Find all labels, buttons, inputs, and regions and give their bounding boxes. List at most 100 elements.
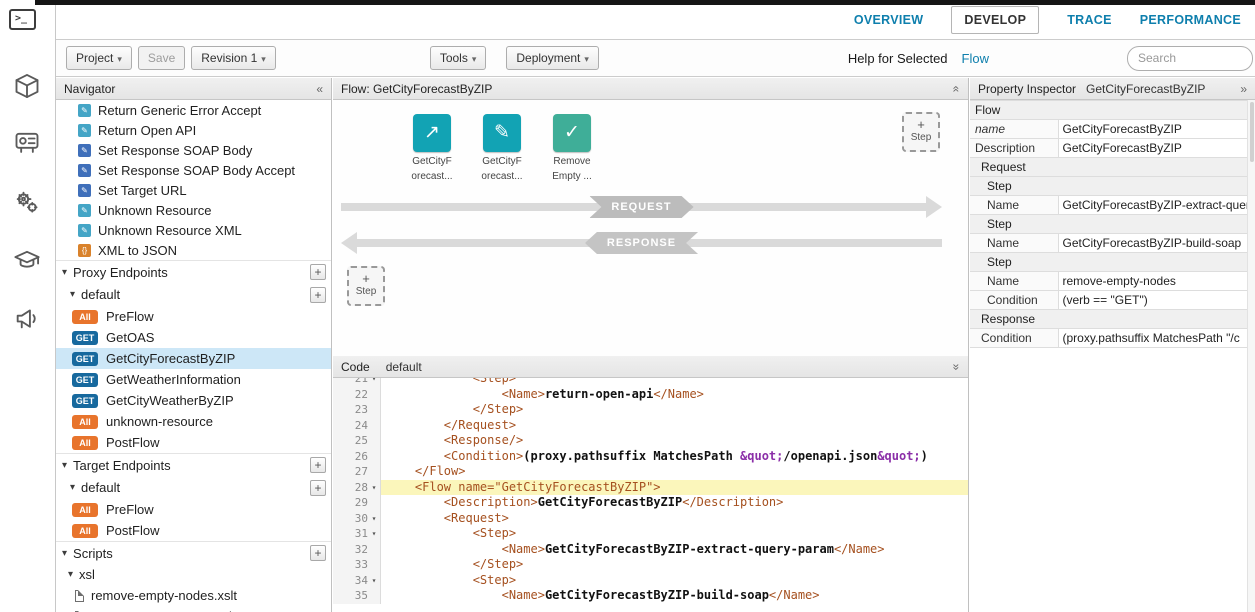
code-line[interactable]: 32 <Name>GetCityForecastByZIP-extract-qu… (333, 542, 968, 558)
code-editor[interactable]: 21▾ <Step>22 <Name>return-open-api</Name… (333, 378, 968, 612)
property-inspector-title: Property Inspector (978, 82, 1076, 96)
fold-arrow-icon[interactable]: ▾ (368, 378, 380, 387)
nav-item-set-response-soap-body-accept[interactable]: ✎Set Response SOAP Body Accept (56, 160, 331, 180)
nav-item-preflow[interactable]: AllPreFlow (56, 499, 331, 520)
code-line[interactable]: 34▾ <Step> (333, 573, 968, 589)
code-line[interactable]: 31▾ <Step> (333, 526, 968, 542)
code-line[interactable]: 28▾ <Flow name="GetCityForecastByZIP"> (333, 480, 968, 496)
add-step-button-request[interactable]: + Step (902, 112, 940, 152)
add-button[interactable]: + (310, 545, 326, 561)
nav-item-getcityforecastbyzip[interactable]: GETGetCityForecastByZIP (56, 348, 331, 369)
nav-item-getcityweatherbyzip[interactable]: GETGetCityWeatherByZIP (56, 390, 331, 411)
property-value[interactable]: remove-empty-nodes (1058, 272, 1247, 291)
code-line[interactable]: 24 </Request> (333, 418, 968, 434)
step-getcityforecast-build[interactable]: ✎GetCityForecast... (475, 114, 529, 182)
nav-item-getoas[interactable]: GETGetOAS (56, 327, 331, 348)
code-line[interactable]: 29 <Description>GetCityForecastByZIP</De… (333, 495, 968, 511)
project-menu-button[interactable]: Project▾ (66, 46, 132, 70)
api-proxies-box-icon[interactable] (13, 72, 41, 100)
nav-item-remove-namespaces-xslt[interactable]: remove-namespaces.xslt (56, 606, 331, 612)
feedback-megaphone-icon[interactable] (13, 304, 41, 332)
property-value[interactable]: GetCityForecastByZIP-extract-query-param (1058, 196, 1247, 215)
code-line[interactable]: 35 <Name>GetCityForecastByZIP-build-soap… (333, 588, 968, 604)
collapse-up-icon[interactable]: « (950, 85, 964, 92)
add-button[interactable]: + (310, 480, 326, 496)
nav-item-set-response-soap-body[interactable]: ✎Set Response SOAP Body (56, 140, 331, 160)
code-line[interactable]: 22 <Name>return-open-api</Name> (333, 387, 968, 403)
nav-item-unknown-resource[interactable]: ✎Unknown Resource (56, 200, 331, 220)
tab-develop[interactable]: DEVELOP (951, 6, 1039, 34)
nav-item-default[interactable]: ▾default+ (56, 283, 331, 306)
step-remove-empty[interactable]: ✓RemoveEmpty ... (545, 114, 599, 182)
flow-title: Flow: GetCityForecastByZIP (341, 82, 492, 96)
code-line[interactable]: 30▾ <Request> (333, 511, 968, 527)
revision-menu-button[interactable]: Revision 1▾ (191, 46, 276, 70)
flow-canvas[interactable]: ↗GetCityForecast... ✎GetCityForecast... ✓R… (333, 100, 968, 356)
tab-trace[interactable]: TRACE (1067, 13, 1112, 27)
nav-item-return-open-api[interactable]: ✎Return Open API (56, 120, 331, 140)
property-label: Name (970, 234, 1058, 253)
tab-overview[interactable]: OVERVIEW (854, 13, 924, 27)
add-button[interactable]: + (310, 264, 326, 280)
property-value[interactable]: GetCityForecastByZIP (1058, 120, 1247, 139)
nav-item-set-target-url[interactable]: ✎Set Target URL (56, 180, 331, 200)
code-line[interactable]: 26 <Condition>(proxy.pathsuffix MatchesP… (333, 449, 968, 465)
property-value[interactable]: (verb == "GET") (1058, 291, 1247, 310)
add-step-button-response[interactable]: + Step (347, 266, 385, 306)
nav-item-unknown-resource[interactable]: Allunknown-resource (56, 411, 331, 432)
help-flow-link[interactable]: Flow (962, 51, 989, 66)
fold-arrow-icon[interactable]: ▾ (368, 573, 380, 589)
code-line[interactable]: 33 </Step> (333, 557, 968, 573)
nav-item-preflow[interactable]: AllPreFlow (56, 306, 331, 327)
collapse-right-icon[interactable]: » (1240, 82, 1247, 96)
fold-arrow-icon[interactable]: ▾ (368, 480, 380, 496)
nav-item-scripts[interactable]: ▾Scripts+ (56, 541, 331, 564)
admin-gears-icon[interactable] (13, 188, 41, 216)
scrollbar[interactable] (1247, 100, 1255, 612)
code-text: <Description>GetCityForecastByZIP</Descr… (381, 495, 968, 511)
nav-item-xsl[interactable]: ▾xsl (56, 564, 331, 585)
code-line[interactable]: 27 </Flow> (333, 464, 968, 480)
nav-item-postflow[interactable]: AllPostFlow (56, 432, 331, 453)
add-button[interactable]: + (310, 287, 326, 303)
build-machine-icon[interactable] (13, 128, 41, 156)
nav-item-xml-to-json[interactable]: {}XML to JSON (56, 240, 331, 260)
inspector-property-row: NameGetCityForecastByZIP-extract-query-p… (970, 196, 1247, 215)
property-value[interactable]: GetCityForecastByZIP (1058, 139, 1247, 158)
code-header: Code default » (333, 356, 968, 378)
code-title: Code (341, 360, 370, 374)
help-for-selected-label: Help for Selected (848, 51, 948, 66)
nav-item-getweatherinformation[interactable]: GETGetWeatherInformation (56, 369, 331, 390)
code-line[interactable]: 23 </Step> (333, 402, 968, 418)
inspector-property-row: DescriptionGetCityForecastByZIP (970, 139, 1247, 158)
scrollbar-thumb[interactable] (1250, 102, 1254, 162)
line-number: 32 (355, 542, 368, 558)
fold-arrow-icon[interactable]: ▾ (368, 526, 380, 542)
property-value[interactable]: GetCityForecastByZIP-build-soap (1058, 234, 1247, 253)
nav-item-target-endpoints[interactable]: ▾Target Endpoints+ (56, 453, 331, 476)
save-button[interactable]: Save (138, 46, 185, 70)
collapse-panel-icon[interactable]: « (316, 82, 323, 96)
learn-graduation-cap-icon[interactable] (13, 246, 41, 274)
nav-item-proxy-endpoints[interactable]: ▾Proxy Endpoints+ (56, 260, 331, 283)
tab-performance[interactable]: PERFORMANCE (1140, 13, 1241, 27)
property-inspector-context: GetCityForecastByZIP (1086, 82, 1205, 96)
expand-down-icon[interactable]: » (950, 363, 964, 370)
step-getcityforecast-extract[interactable]: ↗GetCityForecast... (405, 114, 459, 182)
nav-item-return-generic-error-accept[interactable]: ✎Return Generic Error Accept (56, 100, 331, 120)
flow-label: GetCityForecastByZIP (106, 351, 235, 366)
property-label: Name (970, 272, 1058, 291)
nav-item-remove-empty-nodes-xslt[interactable]: remove-empty-nodes.xslt (56, 585, 331, 606)
nav-item-default[interactable]: ▾default+ (56, 476, 331, 499)
tools-menu-button[interactable]: Tools▾ (430, 46, 487, 70)
search-input[interactable] (1127, 46, 1253, 71)
nav-item-unknown-resource-xml[interactable]: ✎Unknown Resource XML (56, 220, 331, 240)
code-line[interactable]: 21▾ <Step> (333, 378, 968, 387)
deployment-menu-button[interactable]: Deployment▾ (506, 46, 599, 70)
code-line[interactable]: 25 <Response/> (333, 433, 968, 449)
fold-arrow-icon[interactable]: ▾ (368, 511, 380, 527)
nav-item-postflow[interactable]: AllPostFlow (56, 520, 331, 541)
add-button[interactable]: + (310, 457, 326, 473)
terminal-icon[interactable]: >_ (9, 9, 36, 30)
property-value[interactable]: (proxy.pathsuffix MatchesPath "/c (1058, 329, 1247, 348)
